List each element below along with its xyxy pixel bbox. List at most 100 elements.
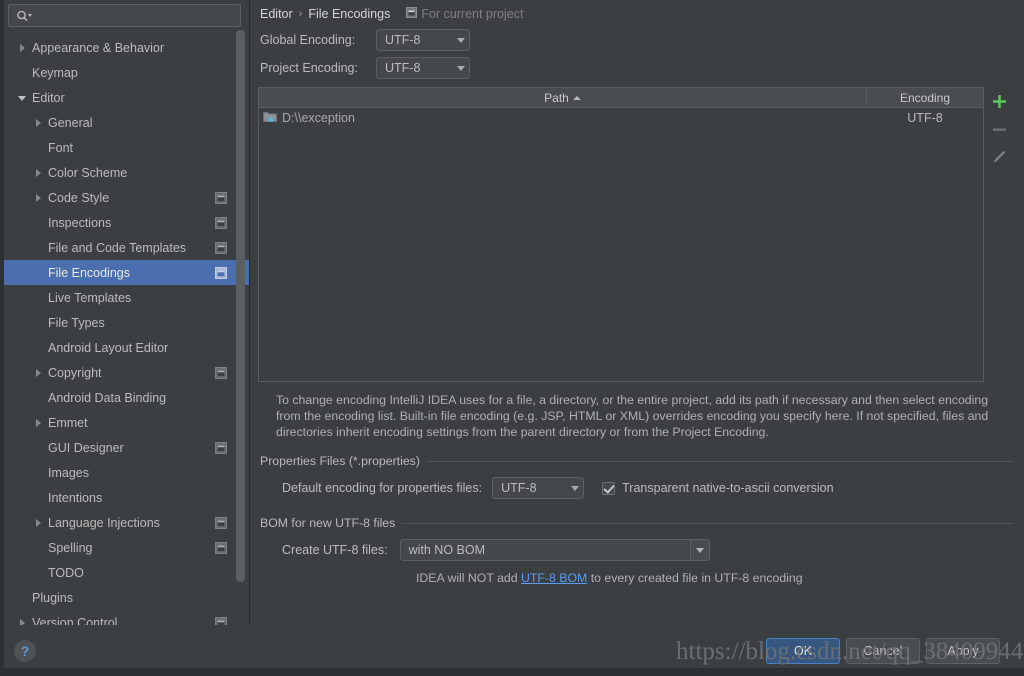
sidebar-item-file-types[interactable]: File Types <box>0 310 249 335</box>
sidebar-item-inspections[interactable]: Inspections <box>0 210 249 235</box>
global-encoding-select[interactable]: UTF-8 <box>376 29 470 51</box>
sidebar-item-android-data-binding[interactable]: Android Data Binding <box>0 385 249 410</box>
chevron-right-icon[interactable] <box>32 416 46 430</box>
encodings-description: To change encoding IntelliJ IDEA uses fo… <box>276 393 989 439</box>
table-body: D:\\exception UTF-8 <box>259 108 983 381</box>
sidebar-item-language-injections[interactable]: Language Injections <box>0 510 249 535</box>
chevron-down-icon[interactable] <box>16 91 30 105</box>
table-cell-encoding[interactable]: UTF-8 <box>867 111 983 125</box>
bom-group: BOM for new UTF-8 files Create UTF-8 fil… <box>258 516 1014 585</box>
utf8-bom-link[interactable]: UTF-8 BOM <box>521 571 587 585</box>
create-utf8-select[interactable]: with NO BOM <box>399 539 710 561</box>
window-left-edge <box>0 0 4 668</box>
sidebar-item-color-scheme[interactable]: Color Scheme <box>0 160 249 185</box>
ok-button[interactable]: OK <box>766 637 840 664</box>
table-cell-path: D:\\exception <box>259 110 867 126</box>
sidebar-item-label: File Encodings <box>48 265 130 280</box>
default-properties-encoding-select[interactable]: UTF-8 <box>492 477 585 499</box>
apply-button[interactable]: Apply <box>926 637 1000 664</box>
sidebar-item-editor[interactable]: Editor <box>0 85 249 110</box>
chevron-right-icon[interactable] <box>16 616 30 625</box>
sidebar-item-todo[interactable]: TODO <box>0 560 249 585</box>
edit-icon <box>993 150 1006 163</box>
sidebar-item-emmet[interactable]: Emmet <box>0 410 249 435</box>
background-window-text <box>84 668 87 674</box>
sidebar-item-label: Version Control <box>32 615 118 626</box>
sidebar-item-images[interactable]: Images <box>0 460 249 485</box>
column-header-encoding[interactable]: Encoding <box>867 88 983 107</box>
project-scope-icon <box>215 216 227 229</box>
remove-path-button[interactable] <box>986 117 1012 141</box>
sidebar-item-spelling[interactable]: Spelling <box>0 535 249 560</box>
sidebar-item-label: Intentions <box>48 490 103 505</box>
breadcrumb-parent[interactable]: Editor <box>260 7 293 21</box>
default-properties-encoding-value: UTF-8 <box>501 481 537 495</box>
project-scope-icon <box>215 541 227 554</box>
create-utf8-value: with NO BOM <box>408 543 485 557</box>
sidebar-item-code-style[interactable]: Code Style <box>0 185 249 210</box>
remove-icon <box>992 128 1006 131</box>
bom-group-title-label: BOM for new UTF-8 files <box>260 516 396 530</box>
sidebar-item-file-and-code-templates[interactable]: File and Code Templates <box>0 235 249 260</box>
table-cell-path-label: D:\\exception <box>282 111 355 125</box>
settings-dialog: Appearance & Behavior Keymap Editor General… <box>0 0 1024 676</box>
search-container <box>0 0 249 31</box>
chevron-right-icon[interactable] <box>16 41 30 55</box>
project-encoding-value: UTF-8 <box>385 61 421 75</box>
properties-group-body: Default encoding for properties files: U… <box>260 468 1014 502</box>
background-window-strip <box>0 668 1024 676</box>
sidebar-scrollbar[interactable] <box>236 30 245 619</box>
group-divider <box>425 460 1014 462</box>
search-input[interactable] <box>33 8 234 23</box>
bom-hint: IDEA will NOT add UTF-8 BOM to every cre… <box>280 571 1014 585</box>
add-path-button[interactable] <box>986 89 1012 113</box>
sidebar-item-version-control[interactable]: Version Control <box>0 610 249 625</box>
breadcrumb-current: File Encodings <box>308 7 391 21</box>
project-encoding-select[interactable]: UTF-8 <box>376 57 470 79</box>
sidebar-item-font[interactable]: Font <box>0 135 249 160</box>
chevron-right-icon[interactable] <box>32 166 46 180</box>
table-row[interactable]: D:\\exception UTF-8 <box>259 108 983 128</box>
sidebar-item-label: Keymap <box>32 65 78 80</box>
sidebar-item-keymap[interactable]: Keymap <box>0 60 249 85</box>
sidebar-item-android-layout-editor[interactable]: Android Layout Editor <box>0 335 249 360</box>
chevron-right-icon[interactable] <box>32 116 46 130</box>
sidebar-item-gui-designer[interactable]: GUI Designer <box>0 435 249 460</box>
sidebar-item-label: Images <box>48 465 89 480</box>
sidebar-item-intentions[interactable]: Intentions <box>0 485 249 510</box>
settings-tree[interactable]: Appearance & Behavior Keymap Editor General… <box>0 31 249 625</box>
sidebar-item-label: Appearance & Behavior <box>32 40 165 55</box>
sidebar-item-copyright[interactable]: Copyright <box>0 360 249 385</box>
edit-path-button[interactable] <box>986 145 1012 169</box>
bom-hint-suffix: to every created file in UTF-8 encoding <box>587 571 803 585</box>
transparent-conversion-checkbox[interactable] <box>602 481 616 495</box>
sidebar-item-live-templates[interactable]: Live Templates <box>0 285 249 310</box>
transparent-conversion-checkbox-row[interactable]: Transparent native-to-ascii conversion <box>602 481 834 495</box>
sidebar-scrollbar-thumb[interactable] <box>236 30 245 582</box>
sidebar-item-plugins[interactable]: Plugins <box>0 585 249 610</box>
chevron-right-icon[interactable] <box>32 366 46 380</box>
sidebar-item-file-encodings[interactable]: File Encodings <box>0 260 249 285</box>
search-box[interactable] <box>8 4 241 27</box>
column-header-path[interactable]: Path <box>259 88 867 107</box>
global-encoding-label: Global Encoding: <box>260 33 356 47</box>
project-encoding-label: Project Encoding: <box>260 61 358 75</box>
folder-icon <box>263 110 277 126</box>
dialog-body: Appearance & Behavior Keymap Editor General… <box>0 0 1024 625</box>
chevron-right-icon[interactable] <box>32 516 46 530</box>
cancel-button[interactable]: Cancel <box>846 637 920 664</box>
chevron-right-icon[interactable] <box>32 191 46 205</box>
sidebar-item-appearance-behavior[interactable]: Appearance & Behavior <box>0 35 249 60</box>
chevron-down-icon[interactable] <box>689 540 709 560</box>
sidebar-item-label: Language Injections <box>48 515 160 530</box>
sidebar-item-label: General <box>48 115 93 130</box>
encodings-table[interactable]: Path Encoding D:\\exception UTF-8 <box>258 87 984 382</box>
sidebar-item-label: Color Scheme <box>48 165 128 180</box>
breadcrumb: Editor › File Encodings For current proj… <box>258 2 1014 26</box>
sidebar-item-general[interactable]: General <box>0 110 249 135</box>
help-button[interactable]: ? <box>14 639 36 662</box>
